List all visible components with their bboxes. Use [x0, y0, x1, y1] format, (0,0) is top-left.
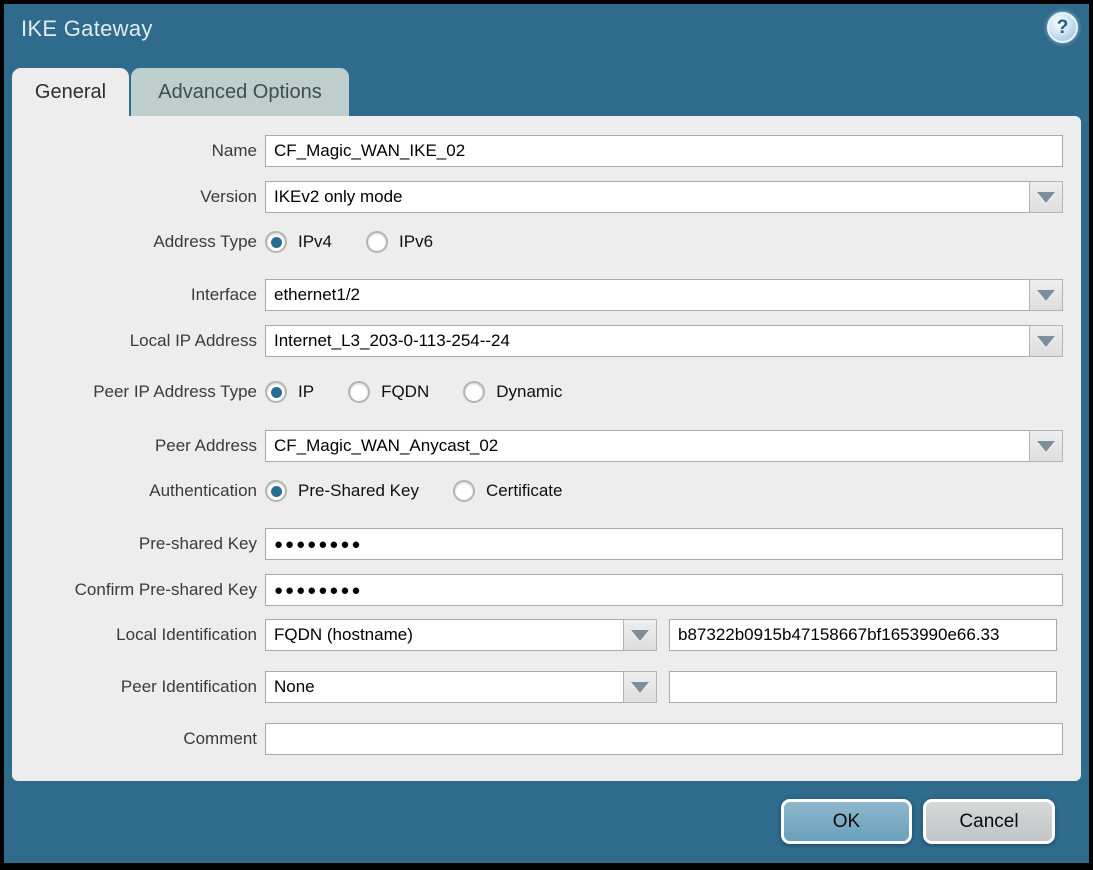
- address-type-option-ipv6[interactable]: IPv6: [366, 231, 433, 253]
- local-identification-type-value[interactable]: FQDN (hostname): [265, 619, 623, 651]
- authentication-row: Authentication Pre-Shared Key Certificat…: [12, 477, 1063, 505]
- peer-address-label: Peer Address: [12, 436, 265, 456]
- interface-dropdown[interactable]: ethernet1/2: [265, 279, 1063, 311]
- tab-general-label: General: [35, 81, 106, 104]
- local-identification-value-input[interactable]: b87322b0915b47158667bf1653990e66.33: [669, 619, 1057, 651]
- peer-identification-value-input[interactable]: [669, 671, 1057, 703]
- confirm-pre-shared-key-input[interactable]: ●●●●●●●●: [265, 574, 1063, 606]
- ipv4-radio-label: IPv4: [298, 232, 332, 252]
- confirm-pre-shared-key-label: Confirm Pre-shared Key: [12, 580, 265, 600]
- ok-button[interactable]: OK: [781, 799, 912, 844]
- address-type-option-ipv4[interactable]: IPv4: [265, 231, 332, 253]
- peer-type-option-dynamic[interactable]: Dynamic: [463, 381, 562, 403]
- certificate-radio-label: Certificate: [486, 481, 563, 501]
- name-input[interactable]: CF_Magic_WAN_IKE_02: [265, 135, 1063, 167]
- pre-shared-key-row: Pre-shared Key ●●●●●●●●: [12, 528, 1063, 560]
- help-icon[interactable]: ?: [1047, 12, 1078, 43]
- peer-type-option-fqdn[interactable]: FQDN: [348, 381, 429, 403]
- interface-value[interactable]: ethernet1/2: [265, 279, 1029, 311]
- certificate-radio[interactable]: [453, 480, 475, 502]
- peer-address-dropdown-button[interactable]: [1029, 430, 1063, 462]
- peer-identification-dropdown-button[interactable]: [623, 671, 657, 703]
- peer-identification-type-dropdown[interactable]: None: [265, 671, 657, 703]
- tab-advanced-options[interactable]: Advanced Options: [131, 68, 349, 116]
- dialog-title: IKE Gateway: [21, 16, 153, 42]
- cancel-button[interactable]: Cancel: [923, 799, 1055, 844]
- peer-address-value[interactable]: CF_Magic_WAN_Anycast_02: [265, 430, 1029, 462]
- pre-shared-key-label: Pre-shared Key: [12, 534, 265, 554]
- peer-address-dropdown[interactable]: CF_Magic_WAN_Anycast_02: [265, 430, 1063, 462]
- local-ip-address-label: Local IP Address: [12, 331, 265, 351]
- peer-ip-radio-label: IP: [298, 382, 314, 402]
- local-ip-address-row: Local IP Address Internet_L3_203-0-113-2…: [12, 325, 1063, 357]
- local-ip-address-dropdown[interactable]: Internet_L3_203-0-113-254--24: [265, 325, 1063, 357]
- auth-option-certificate[interactable]: Certificate: [453, 480, 563, 502]
- peer-address-row: Peer Address CF_Magic_WAN_Anycast_02: [12, 430, 1063, 462]
- cancel-button-label: Cancel: [959, 811, 1018, 833]
- pre-shared-key-input[interactable]: ●●●●●●●●: [265, 528, 1063, 560]
- version-dropdown-button[interactable]: [1029, 181, 1063, 213]
- local-ip-address-dropdown-button[interactable]: [1029, 325, 1063, 357]
- pre-shared-key-radio[interactable]: [265, 480, 287, 502]
- comment-label: Comment: [12, 729, 265, 749]
- peer-fqdn-radio-label: FQDN: [381, 382, 429, 402]
- name-label: Name: [12, 141, 265, 161]
- peer-dynamic-radio[interactable]: [463, 381, 485, 403]
- chevron-down-icon: [1037, 336, 1055, 347]
- interface-dropdown-button[interactable]: [1029, 279, 1063, 311]
- address-type-label: Address Type: [12, 232, 265, 252]
- peer-dynamic-radio-label: Dynamic: [496, 382, 562, 402]
- authentication-label: Authentication: [12, 481, 265, 501]
- peer-ip-radio[interactable]: [265, 381, 287, 403]
- chevron-down-icon: [1037, 290, 1055, 301]
- local-ip-address-value[interactable]: Internet_L3_203-0-113-254--24: [265, 325, 1029, 357]
- ipv6-radio[interactable]: [366, 231, 388, 253]
- ike-gateway-dialog: IKE Gateway ? General Advanced Options N…: [0, 0, 1093, 870]
- comment-row: Comment: [12, 723, 1063, 755]
- pre-shared-key-radio-label: Pre-Shared Key: [298, 481, 419, 501]
- interface-label: Interface: [12, 285, 265, 305]
- address-type-row: Address Type IPv4 IPv6: [12, 228, 1063, 256]
- peer-fqdn-radio[interactable]: [348, 381, 370, 403]
- peer-ip-address-type-row: Peer IP Address Type IP FQDN Dynamic: [12, 378, 1063, 406]
- version-value[interactable]: IKEv2 only mode: [265, 181, 1029, 213]
- version-row: Version IKEv2 only mode: [12, 181, 1063, 213]
- peer-identification-row: Peer Identification None: [12, 671, 1063, 703]
- name-row: Name CF_Magic_WAN_IKE_02: [12, 135, 1063, 167]
- ipv6-radio-label: IPv6: [399, 232, 433, 252]
- peer-identification-type-value[interactable]: None: [265, 671, 623, 703]
- ok-button-label: OK: [833, 811, 860, 833]
- version-label: Version: [12, 187, 265, 207]
- tab-advanced-options-label: Advanced Options: [158, 81, 321, 104]
- general-tab-panel: Name CF_Magic_WAN_IKE_02 Version IKEv2 o…: [12, 116, 1081, 781]
- confirm-pre-shared-key-row: Confirm Pre-shared Key ●●●●●●●●: [12, 574, 1063, 606]
- peer-identification-label: Peer Identification: [12, 677, 265, 697]
- local-identification-dropdown-button[interactable]: [623, 619, 657, 651]
- ipv4-radio[interactable]: [265, 231, 287, 253]
- chevron-down-icon: [631, 630, 649, 641]
- auth-option-pre-shared-key[interactable]: Pre-Shared Key: [265, 480, 419, 502]
- chevron-down-icon: [1037, 192, 1055, 203]
- peer-ip-address-type-label: Peer IP Address Type: [12, 382, 265, 402]
- peer-type-option-ip[interactable]: IP: [265, 381, 314, 403]
- comment-input[interactable]: [265, 723, 1063, 755]
- version-dropdown[interactable]: IKEv2 only mode: [265, 181, 1063, 213]
- chevron-down-icon: [1037, 441, 1055, 452]
- local-identification-label: Local Identification: [12, 625, 265, 645]
- tab-general[interactable]: General: [12, 68, 129, 116]
- local-identification-type-dropdown[interactable]: FQDN (hostname): [265, 619, 657, 651]
- local-identification-row: Local Identification FQDN (hostname) b87…: [12, 619, 1063, 651]
- chevron-down-icon: [631, 682, 649, 693]
- interface-row: Interface ethernet1/2: [12, 279, 1063, 311]
